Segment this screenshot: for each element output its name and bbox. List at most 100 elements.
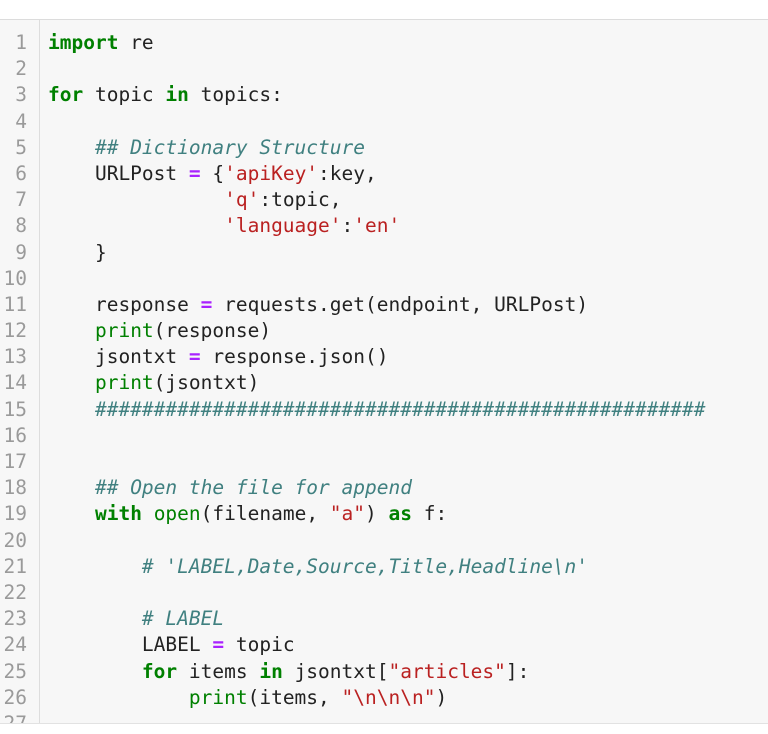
line-number: 17 [3,450,27,473]
code-line[interactable]: 2 [0,56,768,82]
line-number: 26 [3,685,27,709]
line-number: 22 [3,580,27,604]
code-line[interactable]: 14 print(jsontxt) [0,370,768,396]
code-token: # LABEL [141,607,225,631]
code-line[interactable]: 6 URLPost = {'apiKey':key, [0,161,768,187]
code-line[interactable]: 26 print(items, "\n\n\n") [0,685,768,711]
code-text: for items in jsontxt["articles"]: [48,659,529,685]
line-number: 15 [3,397,27,421]
code-line[interactable]: 11 response = requests.get(endpoint, URL… [0,292,768,318]
code-token: for [48,83,84,107]
code-token: ) [365,502,389,526]
code-token: = [212,633,225,657]
line-number: 23 [3,607,27,631]
line-number: 2 [15,57,27,81]
code-text: } [48,240,107,266]
code-token: print [188,685,248,709]
code-line[interactable]: 18 ## Open the file for append [0,475,768,501]
code-line[interactable]: 5 ## Dictionary Structure [0,135,768,161]
code-token: = [188,345,201,369]
code-token: import [48,31,119,54]
code-line[interactable]: 8 'language':'en' [0,213,768,239]
code-text: print(response) [48,318,271,344]
line-number: 21 [3,554,27,578]
code-lines: 1 import re 2 3 for topic in topics: 4 5 ## Di… [0,30,768,724]
code-token: (jsontxt) [153,371,260,395]
line-number: 9 [15,240,27,264]
code-line[interactable]: 23 # LABEL [0,606,768,632]
code-line[interactable]: 13 jsontxt = response.json() [0,344,768,370]
line-number: 19 [3,502,27,526]
code-line[interactable]: 16 [0,423,768,449]
code-token: response [48,292,201,316]
code-token: (filename, [200,502,330,526]
code-token: { [200,161,225,185]
code-line[interactable]: 22 [0,580,768,606]
line-number: 6 [15,161,27,185]
code-line[interactable]: 25 for items in jsontxt["articles"]: [0,659,768,685]
code-token: 'language' [224,214,342,238]
line-number: 12 [3,319,27,343]
code-text: for topic in topics: [48,82,283,108]
line-number: 13 [3,345,27,369]
code-token: topic [224,633,295,657]
code-token: open [153,502,201,526]
line-number: 16 [3,423,27,447]
code-line[interactable]: 19 with open(filename, "a") as f: [0,501,768,527]
line-number: 20 [3,528,27,552]
line-number: 27 [3,711,27,724]
code-line[interactable]: 1 import re [0,30,768,56]
line-number: 8 [15,214,27,238]
code-token: in [165,83,189,107]
line-number: 18 [3,476,27,500]
code-editor[interactable]: 1 import re 2 3 for topic in topics: 4 5 ## Di… [0,19,768,724]
line-number: 3 [15,83,27,107]
code-token: as [388,502,412,526]
code-line[interactable]: 3 for topic in topics: [0,82,768,108]
code-line[interactable]: 21 # 'LABEL,Date,Source,Title,Headline\n… [0,554,768,580]
code-token: requests.get(endpoint, URLPost) [212,292,589,316]
code-line[interactable]: 4 [0,109,768,135]
code-token: LABEL [48,633,213,657]
code-token: ]: [505,659,530,683]
code-token: URLPost [48,161,189,185]
code-token: = [188,161,201,185]
code-token: re [118,31,154,54]
code-line[interactable]: 27 [0,711,768,724]
code-token: 'apiKey' [224,161,319,185]
code-token: "\n\n\n" [341,685,436,709]
code-text: # LABEL [48,606,224,632]
code-token: print [94,371,154,395]
code-token: 'en' [353,214,401,238]
code-token: # 'LABEL,Date,Source,Title,Headline\n' [141,554,589,578]
code-line[interactable]: 12 print(response) [0,318,768,344]
code-line[interactable]: 20 [0,528,768,554]
code-text: import re [48,30,154,56]
code-line[interactable]: 10 [0,266,768,292]
code-line[interactable]: 17 [0,449,768,475]
code-line[interactable]: 9 } [0,240,768,266]
code-token: response.json() [200,345,389,369]
code-line[interactable]: 24 LABEL = topic [0,632,768,658]
line-number: 14 [3,371,27,395]
code-token: f: [412,502,448,526]
code-line[interactable]: 15 #####################################… [0,397,768,423]
code-token: (response) [153,319,272,343]
code-token: "a" [329,502,366,526]
line-number: 11 [3,292,27,316]
code-token: ## Open the file for append [94,476,412,500]
code-token: items [177,659,260,683]
code-token: = [200,292,213,316]
code-text: URLPost = {'apiKey':key, [48,161,377,187]
code-line[interactable]: 7 'q':topic, [0,187,768,213]
code-text: ########################################… [48,397,705,423]
line-number: 25 [3,659,27,683]
code-token: ## Dictionary Structure [94,135,365,159]
